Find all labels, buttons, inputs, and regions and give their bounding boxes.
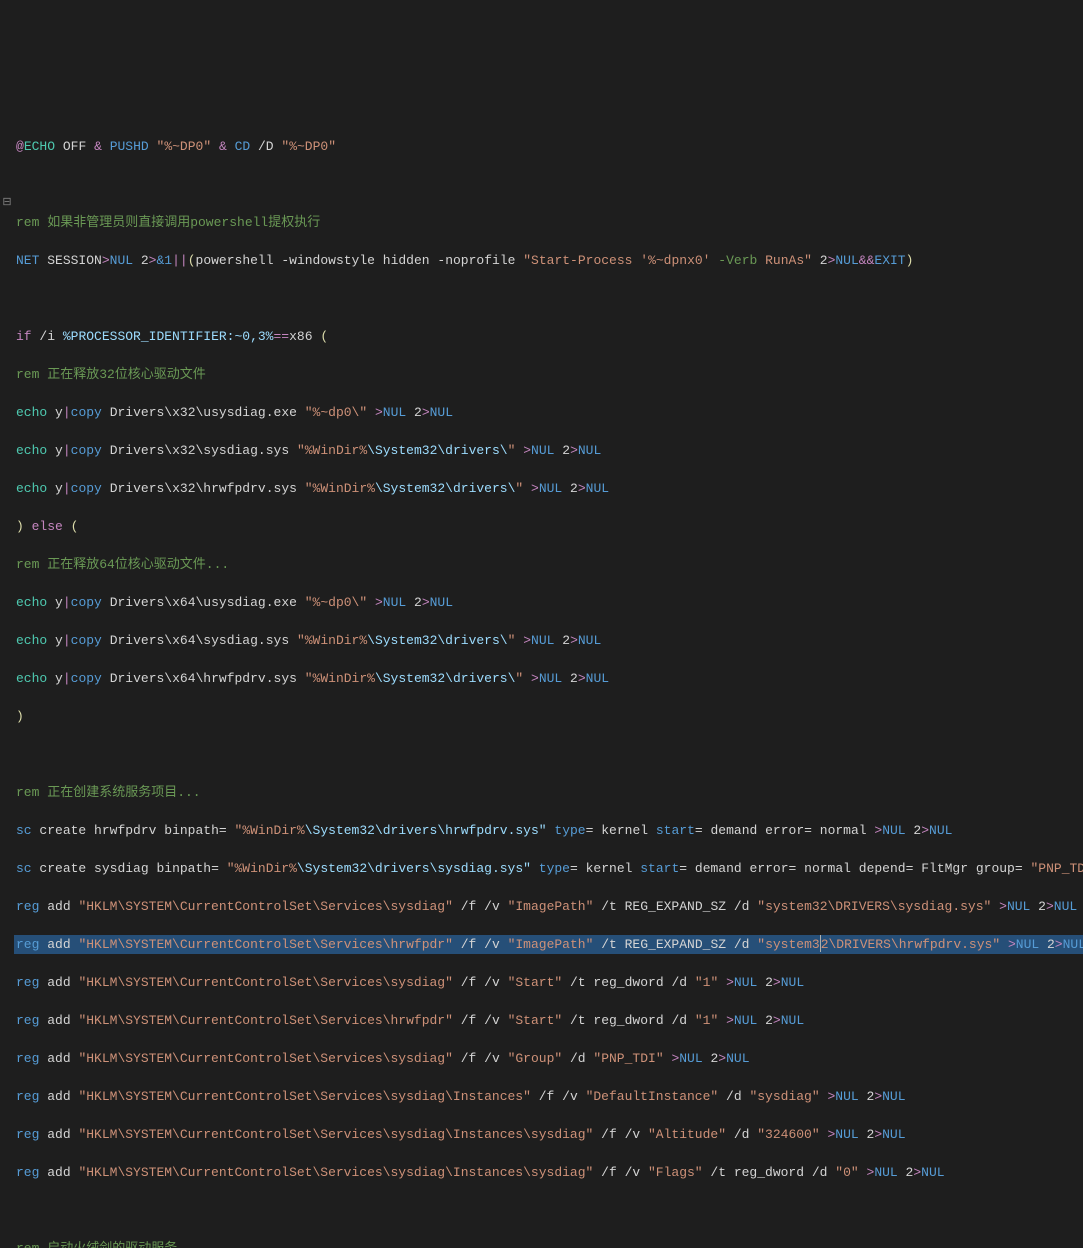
code-line[interactable]: NET SESSION>NUL 2>&1||(powershell -windo… <box>14 251 1083 270</box>
code-line[interactable]: echo y|copy Drivers\x64\sysdiag.sys "%Wi… <box>14 631 1083 650</box>
code-line[interactable]: reg add "HKLM\SYSTEM\CurrentControlSet\S… <box>14 1049 1083 1068</box>
code-line[interactable]: rem 如果非管理员则直接调用powershell提权执行 <box>14 213 1083 232</box>
code-line[interactable]: if /i %PROCESSOR_IDENTIFIER:~0,3%==x86 ( <box>14 327 1083 346</box>
code-line[interactable]: rem 正在创建系统服务项目... <box>14 783 1083 802</box>
code-line[interactable]: echo y|copy Drivers\x64\hrwfpdrv.sys "%W… <box>14 669 1083 688</box>
code-line[interactable]: echo y|copy Drivers\x32\usysdiag.exe "%~… <box>14 403 1083 422</box>
code-editor[interactable]: ⊟ @ECHO OFF & PUSHD "%~DP0" & CD /D "%~D… <box>0 76 1083 1248</box>
code-line[interactable]: rem 启动火绒剑的驱动服务... <box>14 1239 1083 1248</box>
code-line[interactable]: ) <box>14 707 1083 726</box>
code-line[interactable]: sc create sysdiag binpath= "%WinDir%\Sys… <box>14 859 1083 878</box>
code-line[interactable]: rem 正在释放32位核心驱动文件 <box>14 365 1083 384</box>
code-line[interactable]: reg add "HKLM\SYSTEM\CurrentControlSet\S… <box>14 1087 1083 1106</box>
gutter: ⊟ <box>0 80 14 232</box>
code-line[interactable]: echo y|copy Drivers\x32\sysdiag.sys "%Wi… <box>14 441 1083 460</box>
code-line[interactable]: echo y|copy Drivers\x32\hrwfpdrv.sys "%W… <box>14 479 1083 498</box>
code-line[interactable] <box>14 745 1083 764</box>
fold-icon[interactable]: ⊟ <box>0 194 14 213</box>
code-line[interactable]: ) else ( <box>14 517 1083 536</box>
code-line[interactable]: reg add "HKLM\SYSTEM\CurrentControlSet\S… <box>14 973 1083 992</box>
code-line[interactable]: reg add "HKLM\SYSTEM\CurrentControlSet\S… <box>14 897 1083 916</box>
code-line[interactable]: reg add "HKLM\SYSTEM\CurrentControlSet\S… <box>14 1125 1083 1144</box>
code-line[interactable]: sc create hrwfpdrv binpath= "%WinDir%\Sy… <box>14 821 1083 840</box>
code-line[interactable]: reg add "HKLM\SYSTEM\CurrentControlSet\S… <box>14 1011 1083 1030</box>
code-line[interactable]: echo y|copy Drivers\x64\usysdiag.exe "%~… <box>14 593 1083 612</box>
code-line[interactable]: @ECHO OFF & PUSHD "%~DP0" & CD /D "%~DP0… <box>14 137 1083 156</box>
code-line[interactable] <box>14 1201 1083 1220</box>
code-body[interactable]: @ECHO OFF & PUSHD "%~DP0" & CD /D "%~DP0… <box>14 118 1083 1248</box>
code-line[interactable] <box>14 175 1083 194</box>
code-line[interactable]: reg add "HKLM\SYSTEM\CurrentControlSet\S… <box>14 1163 1083 1182</box>
code-line[interactable] <box>14 289 1083 308</box>
code-line-selected[interactable]: reg add "HKLM\SYSTEM\CurrentControlSet\S… <box>14 935 1083 954</box>
code-line[interactable]: rem 正在释放64位核心驱动文件... <box>14 555 1083 574</box>
